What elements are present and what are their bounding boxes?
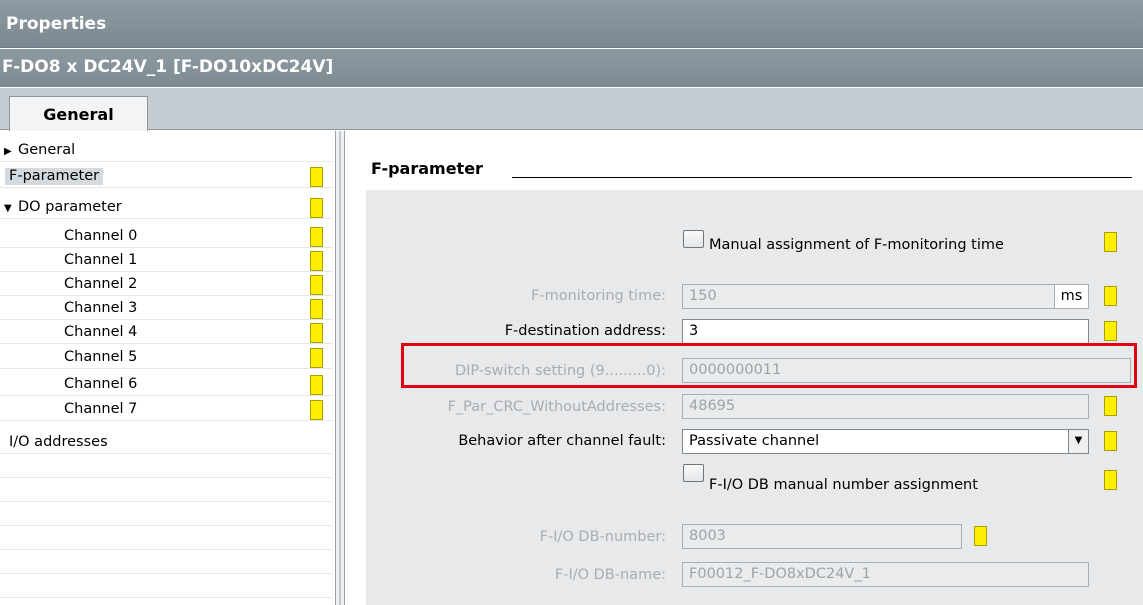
nav-item-label: Channel 0 bbox=[64, 228, 138, 244]
nav-item-label: Channel 3 bbox=[64, 300, 138, 316]
status-flag-icon bbox=[1104, 470, 1117, 490]
status-flag-icon bbox=[310, 375, 323, 395]
nav-item-general[interactable]: ▶ General bbox=[0, 139, 333, 162]
db-number-label: F-I/O DB-number: bbox=[539, 529, 666, 545]
status-flag-icon bbox=[310, 348, 323, 368]
nav-item-channel-0[interactable]: Channel 0 bbox=[0, 225, 333, 248]
nav-item-channel-4[interactable]: Channel 4 bbox=[0, 321, 333, 344]
behavior-select[interactable]: Passivate channel ▼ bbox=[682, 429, 1089, 454]
manual-monitoring-label: Manual assignment of F-monitoring time bbox=[709, 237, 1004, 253]
expand-down-icon[interactable]: ▼ bbox=[0, 203, 14, 214]
status-flag-icon bbox=[1104, 321, 1117, 341]
nav-item-channel-5[interactable]: Channel 5 bbox=[0, 346, 333, 369]
chevron-down-icon[interactable]: ▼ bbox=[1068, 430, 1088, 453]
nav-item-label: Channel 2 bbox=[64, 276, 138, 292]
nav-item-label: Channel 1 bbox=[64, 252, 138, 268]
highlight-box bbox=[401, 343, 1137, 388]
nav-item-channel-7[interactable]: Channel 7 bbox=[0, 398, 333, 421]
status-flag-icon bbox=[310, 299, 323, 319]
crc-field: 48695 bbox=[682, 394, 1089, 419]
nav-item-channel-2[interactable]: Channel 2 bbox=[0, 273, 333, 296]
object-name-bar: F-DO8 x DC24V_1 [F-DO10xDC24V] bbox=[0, 49, 1143, 87]
nav-item-label: General bbox=[18, 142, 76, 158]
status-flag-icon bbox=[974, 526, 987, 546]
section-title: F-parameter bbox=[371, 159, 483, 178]
nav-item-label: Channel 5 bbox=[64, 349, 138, 365]
status-flag-icon bbox=[310, 400, 323, 420]
nav-item-channel-1[interactable]: Channel 1 bbox=[0, 249, 333, 272]
monitoring-time-label: F-monitoring time: bbox=[531, 288, 666, 304]
section-divider bbox=[512, 177, 1132, 178]
status-flag-icon bbox=[310, 275, 323, 295]
splitter-grip[interactable] bbox=[339, 131, 341, 605]
db-name-field: F00012_F-DO8xDC24V_1 bbox=[682, 562, 1089, 587]
status-flag-icon bbox=[310, 251, 323, 271]
nav-item-label: Channel 4 bbox=[64, 324, 138, 340]
nav-empty-row bbox=[0, 455, 333, 478]
crc-label: F_Par_CRC_WithoutAddresses: bbox=[447, 399, 666, 415]
properties-title-bar: Properties bbox=[0, 0, 1143, 48]
status-flag-icon bbox=[310, 167, 323, 187]
nav-item-label: DO parameter bbox=[18, 199, 122, 215]
nav-item-label: Channel 6 bbox=[64, 376, 138, 392]
status-flag-icon bbox=[310, 198, 323, 218]
expand-right-icon[interactable]: ▶ bbox=[0, 146, 14, 157]
manual-monitoring-checkbox[interactable] bbox=[683, 230, 704, 248]
manual-db-label: F-I/O DB manual number assignment bbox=[709, 477, 978, 493]
dest-address-input[interactable]: 3 bbox=[682, 319, 1089, 344]
status-flag-icon bbox=[1104, 232, 1117, 252]
dest-address-label: F-destination address: bbox=[504, 323, 666, 339]
behavior-value: Passivate channel bbox=[689, 433, 820, 449]
window-title: Properties bbox=[6, 14, 107, 34]
tab-strip: General bbox=[0, 88, 1143, 131]
f-parameter-panel: Manual assignment of F-monitoring time F… bbox=[366, 190, 1143, 605]
status-flag-icon bbox=[1104, 431, 1117, 451]
behavior-label: Behavior after channel fault: bbox=[458, 433, 666, 449]
monitoring-time-value: 150 bbox=[689, 288, 717, 304]
nav-item-label: F-parameter bbox=[5, 168, 104, 185]
status-flag-icon bbox=[1104, 286, 1117, 306]
nav-item-channel-6[interactable]: Channel 6 bbox=[0, 373, 333, 396]
db-name-value: F00012_F-DO8xDC24V_1 bbox=[689, 566, 871, 582]
navigation-tree: ▶ General F-parameter ▼ DO parameter Chann… bbox=[0, 131, 335, 605]
db-number-field: 8003 bbox=[682, 524, 962, 549]
nav-item-channel-3[interactable]: Channel 3 bbox=[0, 297, 333, 320]
nav-item-f-parameter[interactable]: F-parameter bbox=[0, 165, 333, 188]
nav-empty-row bbox=[0, 503, 333, 526]
nav-empty-row bbox=[0, 575, 333, 598]
nav-item-label: I/O addresses bbox=[9, 434, 108, 450]
status-flag-icon bbox=[1104, 396, 1117, 416]
manual-db-checkbox[interactable] bbox=[683, 464, 704, 482]
nav-empty-row bbox=[0, 551, 333, 574]
nav-item-do-parameter[interactable]: ▼ DO parameter bbox=[0, 196, 333, 219]
db-number-value: 8003 bbox=[689, 528, 726, 544]
nav-empty-row bbox=[0, 479, 333, 502]
nav-item-io-addresses[interactable]: I/O addresses bbox=[0, 431, 333, 454]
nav-item-label: Channel 7 bbox=[64, 401, 138, 417]
object-name: F-DO8 x DC24V_1 [F-DO10xDC24V] bbox=[2, 57, 334, 77]
nav-empty-row bbox=[0, 527, 333, 550]
crc-value: 48695 bbox=[689, 398, 736, 414]
monitoring-time-field: 150 ms bbox=[682, 284, 1089, 309]
tab-general[interactable]: General bbox=[9, 96, 148, 131]
monitoring-time-unit: ms bbox=[1054, 285, 1088, 308]
status-flag-icon bbox=[310, 227, 323, 247]
db-name-label: F-I/O DB-name: bbox=[554, 567, 666, 583]
dest-address-value: 3 bbox=[689, 323, 699, 339]
status-flag-icon bbox=[310, 323, 323, 343]
pane-splitter[interactable] bbox=[335, 131, 345, 605]
